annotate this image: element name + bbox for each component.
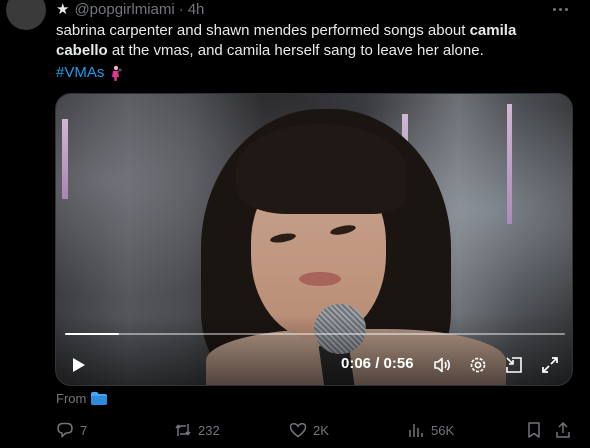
tweet-actions: 7 232 2K 56K (56, 421, 576, 441)
reply-icon (57, 422, 73, 438)
repost-icon (175, 424, 191, 436)
singer-emoji-icon (112, 65, 122, 81)
reply-button[interactable]: 7 (56, 421, 87, 439)
heart-icon (289, 423, 307, 438)
video-frame-figure (299, 272, 341, 286)
video-frame-figure (236, 124, 406, 214)
video-progress-fill (65, 333, 119, 335)
tweet-text-part1: sabrina carpenter and shawn mendes perfo… (56, 22, 470, 39)
settings-gear-icon[interactable] (468, 355, 488, 375)
hashtag-link[interactable]: #VMAs (56, 63, 104, 83)
hashtag-line: #VMAs (56, 63, 123, 83)
tweet-timestamp[interactable]: 4h (188, 1, 205, 18)
bookmark-icon (528, 422, 540, 438)
like-count: 2K (313, 422, 329, 438)
star-icon: ★ (56, 1, 70, 18)
tweet-text-part2: at the vmas, and camila herself sang to … (107, 42, 484, 59)
video-controls-shade (56, 315, 572, 385)
view-count: 56K (431, 422, 455, 438)
repost-count: 232 (198, 422, 220, 438)
share-button[interactable] (554, 421, 578, 439)
fullscreen-expand-icon[interactable] (540, 355, 560, 375)
like-button[interactable]: 2K (289, 421, 329, 439)
video-player[interactable]: 0:06 / 0:56 (55, 93, 573, 386)
video-stage-light (507, 104, 512, 224)
tweet-header: ★ @popgirlmiami · 4h (56, 0, 205, 19)
share-icon (556, 421, 570, 438)
tweet-text: sabrina carpenter and shawn mendes perfo… (56, 21, 566, 61)
folder-icon[interactable] (91, 392, 108, 405)
views-button[interactable]: 56K (407, 421, 454, 439)
reply-count: 7 (80, 422, 88, 438)
play-icon[interactable] (71, 357, 87, 373)
volume-icon[interactable] (432, 355, 452, 375)
author-handle[interactable]: @popgirlmiami (74, 1, 174, 18)
header-separator: · (178, 0, 184, 18)
video-stage-light (62, 119, 68, 199)
bookmark-button[interactable] (525, 421, 549, 439)
video-progress-bar[interactable] (65, 333, 565, 335)
from-label: From (56, 391, 87, 406)
picture-in-picture-icon[interactable] (504, 355, 524, 375)
more-options-icon[interactable] (553, 3, 573, 15)
video-time-display: 0:06 / 0:56 (341, 355, 414, 372)
repost-button[interactable]: 232 (174, 421, 220, 439)
avatar[interactable] (6, 0, 46, 30)
views-chart-icon (409, 424, 423, 437)
source-attribution: From (56, 391, 108, 406)
